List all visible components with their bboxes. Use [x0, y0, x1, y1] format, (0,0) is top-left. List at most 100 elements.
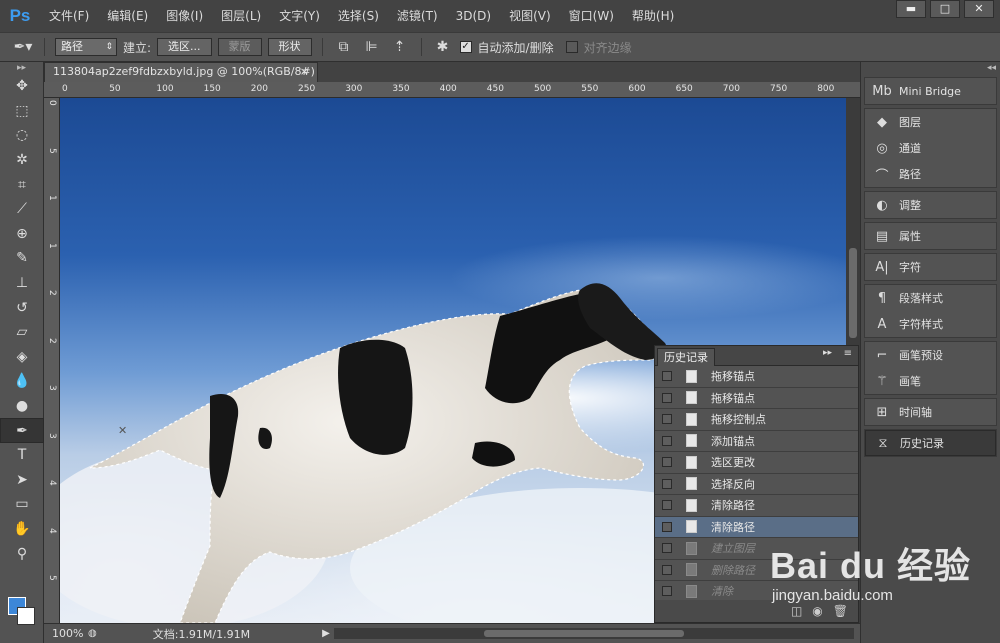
scroll-thumb[interactable]	[849, 248, 857, 338]
panel-grip[interactable]: ▸▸	[0, 62, 43, 74]
dock-item-brush-presets[interactable]: ⌐ 画笔预设	[865, 342, 996, 368]
close-window-button[interactable]: ✕	[964, 0, 994, 18]
menu-item-10[interactable]: 帮助(H)	[623, 0, 683, 32]
blur-icon[interactable]: 💧	[0, 369, 44, 394]
horizontal-scrollbar[interactable]	[334, 628, 854, 639]
document-tab[interactable]: 113804ap2zef9fdbzxbyld.jpg @ 100%(RGB/8#…	[44, 62, 318, 96]
history-source-checkbox[interactable]	[662, 521, 672, 532]
history-state-row[interactable]: 清除路径	[655, 516, 858, 538]
make-selection-button[interactable]: 选区...	[157, 38, 212, 56]
marquee-icon[interactable]: ⬚	[0, 99, 44, 124]
path-arrangement-icon[interactable]: ⇡	[389, 37, 411, 57]
history-source-checkbox[interactable]	[662, 457, 672, 468]
menu-item-4[interactable]: 文字(Y)	[270, 0, 329, 32]
history-state-row[interactable]: 选区更改	[655, 452, 858, 474]
dock-item-properties[interactable]: ▤ 属性	[865, 223, 996, 249]
mini-bridge-icon: Mb	[872, 83, 892, 99]
menu-item-2[interactable]: 图像(I)	[157, 0, 212, 32]
dock-item-adjustments[interactable]: ◐ 调整	[865, 192, 996, 218]
collapse-icon[interactable]: ▸▸	[823, 348, 832, 358]
history-state-row[interactable]: 选择反向	[655, 474, 858, 495]
history-tab[interactable]: 历史记录	[657, 348, 715, 366]
path-selection-icon[interactable]: ➤	[0, 468, 44, 493]
history-source-checkbox[interactable]	[662, 564, 672, 575]
close-tab-icon[interactable]: ×	[300, 63, 309, 81]
background-color-swatch[interactable]	[17, 607, 35, 625]
menu-item-3[interactable]: 图层(L)	[212, 0, 270, 32]
pen-icon[interactable]: ✒	[0, 418, 44, 443]
zoom-level[interactable]: 100%	[44, 627, 88, 640]
dock-item-paths[interactable]: ⌒ 路径	[865, 161, 996, 187]
hand-icon[interactable]: ✋	[0, 517, 44, 542]
new-snapshot-icon[interactable]: ◫	[791, 604, 802, 618]
history-brush-icon[interactable]: ↺	[0, 295, 44, 320]
menu-item-6[interactable]: 滤镜(T)	[388, 0, 447, 32]
history-source-checkbox[interactable]	[662, 371, 672, 382]
auto-add-delete-checkbox[interactable]: ✓	[459, 41, 472, 53]
dock-item-history[interactable]: ⧖ 历史记录	[865, 430, 996, 456]
dock-item-layers[interactable]: ◆ 图层	[865, 109, 996, 135]
make-shape-button[interactable]: 形状	[267, 38, 312, 56]
move-icon[interactable]: ✥	[0, 74, 44, 99]
dock-grip[interactable]: ◂◂	[861, 62, 1000, 74]
trash-icon[interactable]: 🗑	[833, 604, 848, 618]
history-state-icon	[686, 520, 697, 534]
zoom-icon[interactable]: ⚲	[0, 541, 44, 566]
magic-wand-icon[interactable]: ✲	[0, 148, 44, 173]
paint-bucket-icon[interactable]: ◈	[0, 345, 44, 370]
dock-item-character-styles[interactable]: A 字符样式	[865, 311, 996, 337]
history-state-icon	[686, 584, 697, 598]
history-source-checkbox[interactable]	[662, 543, 672, 554]
history-state-row[interactable]: 添加锚点	[655, 431, 858, 452]
type-icon[interactable]: T	[0, 443, 44, 468]
path-alignment-icon[interactable]: ⊫	[361, 37, 383, 57]
menu-item-9[interactable]: 窗口(W)	[560, 0, 623, 32]
menu-item-7[interactable]: 3D(D)	[447, 0, 500, 32]
history-state-row[interactable]: 拖移锚点	[655, 388, 858, 409]
path-operations-icon[interactable]: ⧉	[333, 37, 355, 57]
camera-icon[interactable]: ◉	[812, 604, 822, 618]
gear-icon[interactable]: ✱	[432, 37, 454, 57]
history-source-checkbox[interactable]	[662, 478, 672, 489]
history-state-row[interactable]: 拖移控制点	[655, 409, 858, 431]
history-source-checkbox[interactable]	[662, 500, 672, 511]
dock-item-mini-bridge[interactable]: Mb Mini Bridge	[865, 78, 996, 104]
maximize-button[interactable]: □	[930, 0, 960, 18]
menu-item-1[interactable]: 编辑(E)	[98, 0, 157, 32]
history-state-row[interactable]: 建立图层	[655, 538, 858, 560]
pen-tool-preset-icon[interactable]: ✒▾	[12, 37, 34, 57]
dock-item-timeline[interactable]: ⊞ 时间轴	[865, 399, 996, 425]
history-source-checkbox[interactable]	[662, 435, 672, 446]
menu-item-0[interactable]: 文件(F)	[40, 0, 98, 32]
crop-icon[interactable]: ⌗	[0, 172, 44, 197]
history-state-row[interactable]: 清除路径	[655, 495, 858, 517]
clone-stamp-icon[interactable]: ⊥	[0, 271, 44, 296]
tool-mode-select[interactable]: 路径	[55, 38, 117, 56]
history-source-checkbox[interactable]	[662, 586, 672, 597]
dock-item-channels[interactable]: ◎ 通道	[865, 135, 996, 161]
minimize-button[interactable]: ▬	[896, 0, 926, 18]
menu-item-5[interactable]: 选择(S)	[329, 0, 388, 32]
history-state-row[interactable]: 删除路径	[655, 560, 858, 581]
scroll-thumb[interactable]	[484, 630, 684, 637]
history-source-checkbox[interactable]	[662, 392, 672, 403]
dock-item-paragraph-styles[interactable]: ¶ 段落样式	[865, 285, 996, 311]
make-mask-button[interactable]: 蒙版	[217, 38, 262, 56]
history-state-row[interactable]: 拖移锚点	[655, 366, 858, 388]
eraser-icon[interactable]: ▱	[0, 320, 44, 345]
lasso-icon[interactable]: ◌	[0, 123, 44, 148]
panel-menu-icon[interactable]: ≡	[844, 348, 852, 359]
brush-presets-icon: ⌐	[876, 347, 888, 363]
healing-brush-icon[interactable]: ⊕	[0, 222, 44, 247]
align-edges-checkbox[interactable]	[565, 41, 578, 53]
dock-item-character[interactable]: A| 字符	[865, 254, 996, 280]
rectangle-icon[interactable]: ▭	[0, 492, 44, 517]
eyedropper-icon[interactable]: ⟋	[0, 197, 44, 222]
brush-icon[interactable]: ✎	[0, 246, 44, 271]
history-source-checkbox[interactable]	[662, 414, 672, 425]
dodge-icon[interactable]: ●	[0, 394, 44, 419]
ruler-tick-label: 250	[298, 84, 316, 94]
menu-item-8[interactable]: 视图(V)	[500, 0, 560, 32]
status-menu-arrow-icon[interactable]: ▶	[322, 628, 330, 639]
dock-item-brush-panel[interactable]: ⚚ 画笔	[865, 368, 996, 394]
